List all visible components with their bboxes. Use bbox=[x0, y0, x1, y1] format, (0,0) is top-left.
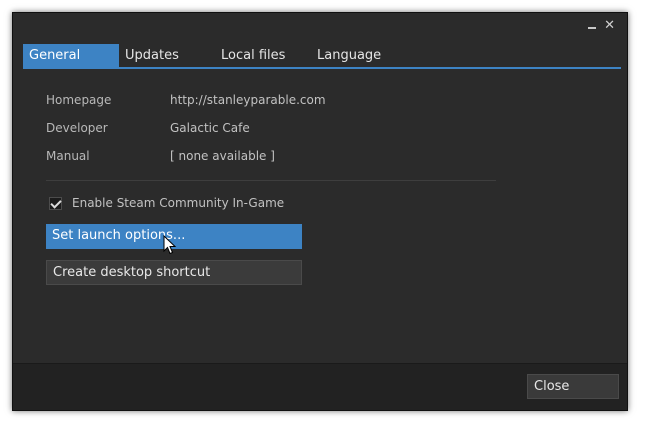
manual-label: Manual bbox=[46, 149, 90, 163]
tab-language[interactable]: Language bbox=[311, 44, 407, 67]
mouse-cursor-icon bbox=[163, 235, 177, 255]
info-row-homepage: Homepage http://stanleyparable.com bbox=[46, 91, 326, 119]
dialog-footer: Close bbox=[13, 363, 627, 410]
info-row-manual: Manual [ none available ] bbox=[46, 147, 326, 175]
minimize-icon bbox=[588, 27, 597, 29]
tab-local-files[interactable]: Local files bbox=[215, 44, 311, 67]
info-row-developer: Developer Galactic Cafe bbox=[46, 119, 326, 147]
checkmark-icon bbox=[50, 196, 62, 209]
close-window-button[interactable]: ✕ bbox=[604, 19, 615, 33]
properties-window: ✕ General Updates Local files Language H… bbox=[12, 12, 628, 411]
create-desktop-shortcut-button[interactable]: Create desktop shortcut bbox=[46, 260, 302, 285]
tab-updates[interactable]: Updates bbox=[119, 44, 215, 67]
game-info: Homepage http://stanleyparable.com Devel… bbox=[46, 91, 326, 175]
window-controls: ✕ bbox=[588, 19, 615, 33]
homepage-value: http://stanleyparable.com bbox=[170, 93, 326, 107]
developer-label: Developer bbox=[46, 121, 108, 135]
manual-value: [ none available ] bbox=[170, 149, 275, 163]
steam-community-option[interactable]: Enable Steam Community In-Game bbox=[49, 196, 284, 210]
close-button[interactable]: Close bbox=[527, 374, 619, 399]
tab-bar: General Updates Local files Language bbox=[23, 44, 621, 69]
steam-community-label: Enable Steam Community In-Game bbox=[72, 196, 285, 210]
close-icon: ✕ bbox=[604, 18, 615, 33]
homepage-label: Homepage bbox=[46, 93, 112, 107]
tab-general[interactable]: General bbox=[23, 44, 119, 67]
steam-community-checkbox[interactable] bbox=[49, 196, 62, 210]
minimize-button[interactable] bbox=[588, 19, 597, 33]
section-divider bbox=[46, 180, 496, 181]
developer-value: Galactic Cafe bbox=[170, 121, 250, 135]
